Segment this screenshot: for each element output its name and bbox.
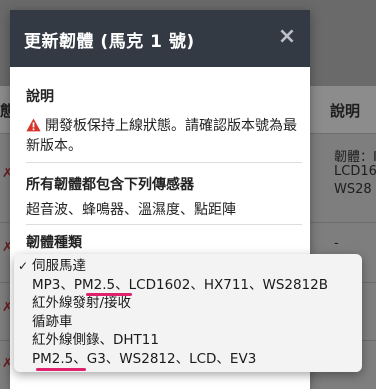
- firmware-option-label: 伺服馬達: [32, 258, 86, 274]
- background-cell: -: [334, 236, 339, 251]
- firmware-option[interactable]: 紅外線發射/接收: [14, 294, 362, 313]
- sensors-list: 超音波、蜂鳴器、溫濕度、點距陣: [26, 202, 236, 218]
- firmware-option[interactable]: 紅外線側錄、DHT11: [14, 331, 362, 350]
- checkmark-icon: ✓: [18, 259, 29, 273]
- firmware-option-label: 循跡車: [32, 313, 73, 330]
- divider: [26, 162, 302, 163]
- close-icon[interactable]: ×: [276, 24, 298, 50]
- firmware-option[interactable]: MP3、PM2.5、LCD1602、HX711、WS2812B: [14, 276, 362, 295]
- divider: [26, 224, 302, 225]
- background-cell: LCD16: [334, 164, 376, 179]
- firmware-option[interactable]: 循跡車: [14, 313, 362, 332]
- description-message: 開發板保持上線狀態。請確認版本號為最新版本。: [26, 118, 297, 154]
- warning-triangle-icon: [26, 118, 41, 132]
- sensors-heading: 所有韌體都包含下列傳感器: [26, 177, 194, 193]
- background-cell: 韌體：I: [334, 150, 376, 165]
- firmware-option-label: MP3、PM2.5、LCD1602、HX711、WS2812B: [32, 276, 329, 293]
- modal-header: 更新韌體 (馬克 1 號) ×: [10, 10, 310, 67]
- firmware-option-label: 紅外線發射/接收: [32, 295, 132, 312]
- modal-title: 更新韌體 (馬克 1 號): [24, 32, 195, 52]
- background-header-description: 說明: [330, 102, 361, 120]
- firmware-option-label: PM2.5、G3、WS2812、LCD、EV3: [32, 350, 257, 367]
- description-text: 開發板保持上線狀態。請確認版本號為最新版本。: [26, 116, 306, 156]
- description-heading: 說明: [26, 89, 54, 105]
- firmware-option[interactable]: ✓ 伺服馬達: [14, 257, 362, 276]
- firmware-option[interactable]: PM2.5、G3、WS2812、LCD、EV3: [14, 350, 362, 369]
- pm25-highlight-underline: [86, 293, 132, 296]
- firmware-type-dropdown[interactable]: ✓ 伺服馬達 MP3、PM2.5、LCD1602、HX711、WS2812B 紅…: [14, 254, 362, 372]
- background-cell: WS28: [334, 182, 372, 197]
- firmware-type-heading: 韌體種類: [26, 235, 82, 251]
- firmware-option-label: 紅外線側錄、DHT11: [32, 332, 159, 349]
- pm25-highlight-underline: [36, 368, 86, 371]
